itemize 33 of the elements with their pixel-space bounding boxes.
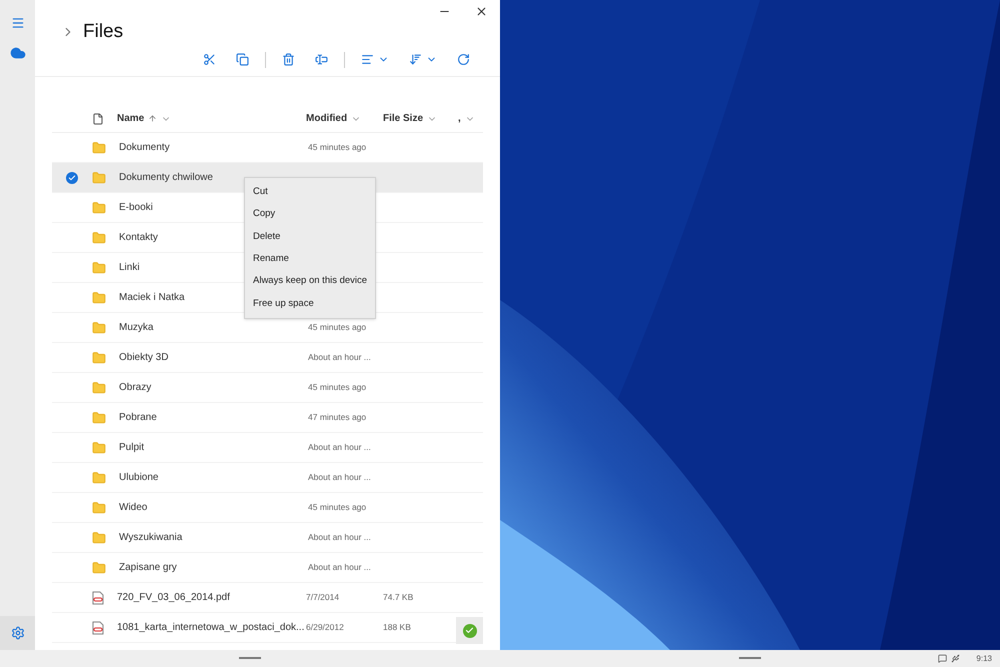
file-name: Maciek i Natka (119, 292, 185, 303)
clock: 9:13 (976, 652, 992, 664)
file-name: Dokumenty (119, 142, 170, 153)
modified-date: 47 minutes ago (308, 412, 366, 422)
modified-date: About an hour ... (308, 472, 371, 482)
modified-date: 45 minutes ago (308, 142, 366, 152)
file-size: 188 KB (383, 622, 411, 632)
file-name: Dokumenty chwilowe (119, 172, 213, 183)
file-name: Wyszukiwania (119, 532, 182, 543)
modified-date: 45 minutes ago (308, 322, 366, 332)
file-name: Kontakty (119, 232, 158, 243)
modified-date: 7/7/2014 (306, 592, 340, 602)
file-name: 1081_karta_internetowa_w_postaci_dok... (117, 622, 304, 633)
file-name: Ulubione (119, 472, 158, 483)
file-name: Obrazy (119, 382, 152, 393)
modified-date: 45 minutes ago (308, 382, 366, 392)
file-name: 720_FV_03_06_2014.pdf (117, 592, 230, 603)
modified-date: 45 minutes ago (308, 502, 366, 512)
file-name: Pobrane (119, 412, 157, 423)
file-name: Zapisane gry (119, 562, 177, 573)
file-name: Pulpit (119, 442, 144, 453)
file-name: Muzyka (119, 322, 154, 333)
file-size: 74.7 KB (383, 592, 414, 602)
file-name: Obiekty 3D (119, 352, 168, 363)
page-title: Files (83, 20, 124, 44)
modified-date: About an hour ... (308, 352, 371, 362)
modified-date: About an hour ... (308, 532, 371, 542)
modified-date: About an hour ... (308, 442, 371, 452)
modified-date: 6/29/2012 (306, 622, 344, 632)
file-name: Linki (119, 262, 140, 273)
modified-date: About an hour ... (308, 562, 371, 572)
file-name: Wideo (119, 502, 148, 513)
file-name: E-booki (119, 202, 153, 213)
